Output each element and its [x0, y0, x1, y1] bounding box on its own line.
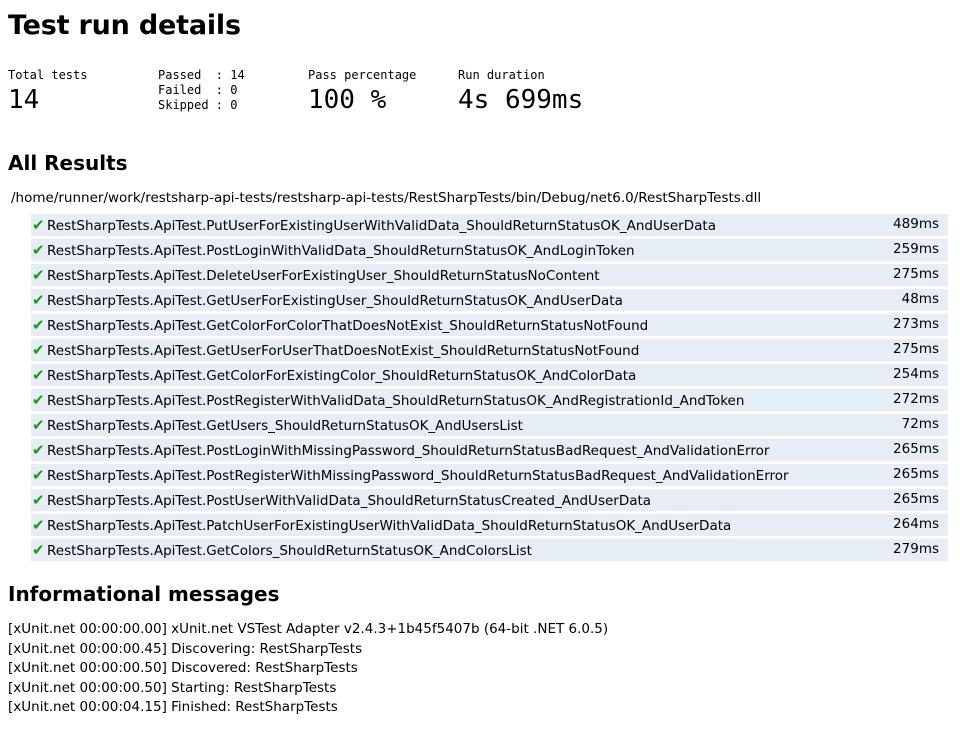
test-name: RestSharpTests.ApiTest.PostRegisterWithM…	[47, 468, 789, 484]
check-icon: ✔	[32, 441, 45, 459]
check-icon: ✔	[32, 266, 45, 284]
test-result-row[interactable]: ✔ RestSharpTests.ApiTest.PostRegisterWith…	[31, 389, 948, 411]
test-result-row[interactable]: ✔ RestSharpTests.ApiTest.PostRegisterWith…	[31, 464, 948, 486]
check-icon: ✔	[32, 316, 45, 334]
test-duration: 265ms	[893, 466, 939, 482]
test-duration: 275ms	[893, 266, 939, 282]
test-name: RestSharpTests.ApiTest.PutUserForExistin…	[47, 218, 716, 234]
test-duration: 259ms	[893, 241, 939, 257]
test-duration: 72ms	[901, 416, 939, 432]
test-name: RestSharpTests.ApiTest.GetColors_ShouldR…	[47, 543, 532, 559]
pass-percentage-stat: Pass percentage 100 %	[308, 68, 416, 115]
test-result-row[interactable]: ✔ RestSharpTests.ApiTest.GetUserForExisti…	[31, 289, 948, 311]
message-line: [xUnit.net 00:00:00.00] xUnit.net VSTest…	[8, 621, 609, 637]
test-result-row[interactable]: ✔ RestSharpTests.ApiTest.PostLoginWithMis…	[31, 439, 948, 461]
test-result-row[interactable]: ✔ RestSharpTests.ApiTest.GetColors_Should…	[31, 539, 948, 561]
passed-count: Passed : 14	[158, 68, 245, 82]
check-icon: ✔	[32, 366, 45, 384]
total-tests-label: Total tests	[8, 68, 88, 82]
check-icon: ✔	[32, 416, 45, 434]
test-result-row[interactable]: ✔ RestSharpTests.ApiTest.PutUserForExisti…	[31, 214, 948, 236]
total-tests-value: 14	[8, 85, 40, 115]
check-icon: ✔	[32, 341, 45, 359]
check-icon: ✔	[32, 541, 45, 559]
test-result-row[interactable]: ✔ RestSharpTests.ApiTest.GetUsers_ShouldR…	[31, 414, 948, 436]
results-list: ✔ RestSharpTests.ApiTest.PutUserForExisti…	[31, 214, 948, 564]
outcome-counts: Passed : 14 Failed : 0 Skipped : 0	[158, 68, 245, 113]
test-duration: 48ms	[901, 291, 939, 307]
test-duration: 254ms	[893, 366, 939, 382]
pass-percentage-label: Pass percentage	[308, 68, 417, 82]
total-tests-stat: Total tests 14	[8, 68, 87, 115]
test-duration: 265ms	[893, 441, 939, 457]
message-line: [xUnit.net 00:00:04.15] Finished: RestSh…	[8, 699, 338, 715]
check-icon: ✔	[32, 291, 45, 309]
message-line: [xUnit.net 00:00:00.45] Discovering: Res…	[8, 640, 363, 657]
test-result-row[interactable]: ✔ RestSharpTests.ApiTest.GetColorForExist…	[31, 364, 948, 386]
run-duration-value: 4s 699ms	[458, 85, 584, 115]
page-title: Test run details	[8, 10, 241, 41]
test-name: RestSharpTests.ApiTest.PatchUserForExist…	[47, 518, 732, 534]
test-result-row[interactable]: ✔ RestSharpTests.ApiTest.GetColorForColor…	[31, 314, 948, 336]
test-duration: 272ms	[893, 391, 939, 407]
test-duration: 279ms	[893, 541, 939, 557]
dll-path: /home/runner/work/restsharp-api-tests/re…	[11, 190, 762, 206]
check-icon: ✔	[32, 491, 45, 509]
messages-list: [xUnit.net 00:00:00.00] xUnit.net VSTest…	[8, 620, 608, 718]
message-line: [xUnit.net 00:00:00.50] Starting: RestSh…	[8, 679, 337, 696]
failed-count: Failed : 0	[158, 83, 238, 97]
test-name: RestSharpTests.ApiTest.GetUserForUserTha…	[47, 343, 640, 359]
test-duration: 265ms	[893, 491, 939, 507]
message-line: [xUnit.net 00:00:00.50] Discovered: Rest…	[8, 660, 358, 676]
check-icon: ✔	[32, 391, 45, 409]
test-name: RestSharpTests.ApiTest.GetUsers_ShouldRe…	[47, 418, 523, 434]
test-duration: 489ms	[893, 216, 939, 232]
run-duration-label: Run duration	[458, 68, 545, 82]
informational-messages-heading: Informational messages	[8, 582, 280, 606]
skipped-count: Skipped : 0	[158, 98, 238, 112]
test-result-row[interactable]: ✔ RestSharpTests.ApiTest.PostLoginWithVal…	[31, 239, 948, 261]
test-name: RestSharpTests.ApiTest.DeleteUserForExis…	[47, 268, 600, 284]
all-results-heading: All Results	[8, 151, 128, 175]
test-name: RestSharpTests.ApiTest.PostUserWithValid…	[47, 493, 652, 509]
test-result-row[interactable]: ✔ RestSharpTests.ApiTest.DeleteUserForExi…	[31, 264, 948, 286]
test-result-row[interactable]: ✔ RestSharpTests.ApiTest.PostUserWithVali…	[31, 489, 948, 511]
test-duration: 273ms	[893, 316, 939, 332]
test-duration: 275ms	[893, 341, 939, 357]
check-icon: ✔	[32, 466, 45, 484]
test-name: RestSharpTests.ApiTest.GetColorForColorT…	[47, 318, 649, 334]
test-name: RestSharpTests.ApiTest.GetUserForExistin…	[47, 293, 623, 309]
test-name: RestSharpTests.ApiTest.PostLoginWithMiss…	[47, 443, 770, 459]
test-name: RestSharpTests.ApiTest.PostLoginWithVali…	[47, 243, 635, 259]
check-icon: ✔	[32, 241, 45, 259]
test-result-row[interactable]: ✔ RestSharpTests.ApiTest.PatchUserForExis…	[31, 514, 948, 536]
test-name: RestSharpTests.ApiTest.GetColorForExisti…	[47, 368, 637, 384]
check-icon: ✔	[32, 516, 45, 534]
test-result-row[interactable]: ✔ RestSharpTests.ApiTest.GetUserForUserTh…	[31, 339, 948, 361]
run-duration-stat: Run duration 4s 699ms	[458, 68, 583, 115]
check-icon: ✔	[32, 216, 45, 234]
test-name: RestSharpTests.ApiTest.PostRegisterWithV…	[47, 393, 745, 409]
summary: Total tests 14 Passed : 14 Failed : 0 Skip…	[8, 68, 948, 120]
test-duration: 264ms	[893, 516, 939, 532]
pass-percentage-value: 100 %	[308, 85, 387, 115]
